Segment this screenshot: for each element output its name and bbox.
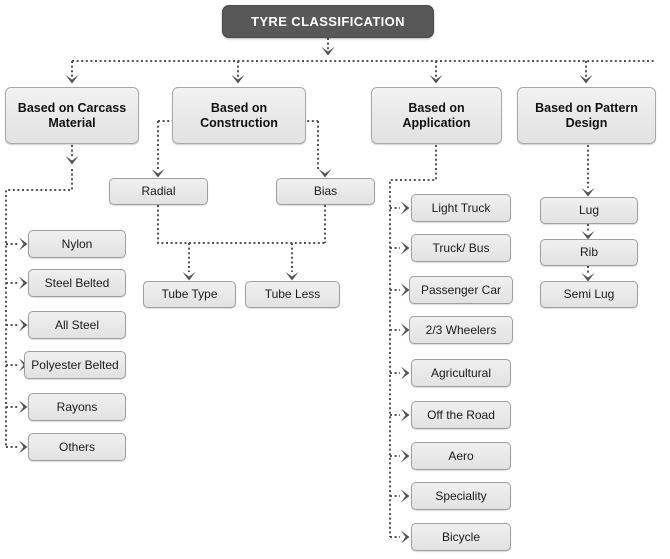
leaf-label-rib: Rib [579, 245, 598, 260]
leaf-label-light-truck: Light Truck [431, 200, 491, 215]
tyre-classification-diagram: TYRE CLASSIFICATION Based on Carcass Mat… [0, 0, 670, 559]
leaf-node-semi-lug[interactable]: Semi Lug [540, 281, 638, 308]
leaf-node-passenger-car[interactable]: Passenger Car [409, 276, 513, 304]
leaf-label-all-steel: All Steel [54, 317, 100, 332]
leaf-label-two-three-wheelers: 2/3 Wheelers [425, 322, 497, 337]
leaf-label-lug: Lug [578, 203, 600, 218]
category-label-pattern-design: Based on Pattern Design [535, 100, 638, 130]
category-label-application: Based on Application [402, 100, 471, 130]
leaf-node-truck-bus[interactable]: Truck/ Bus [411, 234, 511, 262]
leaf-node-rayons[interactable]: Rayons [28, 393, 126, 421]
category-node-application[interactable]: Based on Application [371, 87, 502, 144]
category-label-carcass-material: Based on Carcass Material [17, 100, 127, 130]
leaf-label-others: Others [58, 439, 95, 454]
root-node-label: TYRE CLASSIFICATION [251, 13, 405, 29]
root-node-tyre-classification[interactable]: TYRE CLASSIFICATION [222, 5, 434, 38]
leaf-node-agricultural[interactable]: Agricultural [411, 359, 511, 387]
leaf-label-rayons: Rayons [56, 399, 98, 414]
leaf-label-truck-bus: Truck/ Bus [432, 240, 490, 255]
label-tube-less: Tube Less [264, 287, 321, 302]
leaf-label-agricultural: Agricultural [430, 365, 492, 380]
leaf-label-aero: Aero [448, 448, 474, 463]
label-tube-type: Tube Type [161, 287, 218, 302]
node-bias[interactable]: Bias [276, 178, 375, 205]
leaf-label-steel-belted: Steel Belted [44, 275, 110, 290]
node-radial[interactable]: Radial [109, 178, 208, 205]
leaf-node-rib[interactable]: Rib [540, 239, 638, 266]
leaf-label-passenger-car: Passenger Car [420, 282, 502, 297]
leaf-node-others[interactable]: Others [28, 433, 126, 461]
leaf-label-off-the-road: Off the Road [427, 407, 495, 422]
leaf-node-two-three-wheelers[interactable]: 2/3 Wheelers [409, 316, 513, 344]
leaf-node-nylon[interactable]: Nylon [28, 230, 126, 258]
leaf-node-lug[interactable]: Lug [540, 197, 638, 224]
category-node-carcass-material[interactable]: Based on Carcass Material [5, 87, 139, 144]
category-node-pattern-design[interactable]: Based on Pattern Design [517, 87, 656, 144]
node-tube-less[interactable]: Tube Less [245, 281, 340, 308]
leaf-label-speciality: Speciality [435, 488, 487, 503]
category-node-construction[interactable]: Based on Construction [172, 87, 306, 144]
leaf-label-polyester-belted: Polyester Belted [31, 357, 119, 372]
leaf-node-light-truck[interactable]: Light Truck [411, 194, 511, 222]
leaf-node-aero[interactable]: Aero [411, 442, 511, 470]
leaf-node-off-the-road[interactable]: Off the Road [411, 401, 511, 429]
label-bias: Bias [313, 184, 338, 199]
leaf-node-bicycle[interactable]: Bicycle [411, 523, 511, 551]
leaf-label-bicycle: Bicycle [441, 529, 480, 544]
label-radial: Radial [141, 184, 176, 199]
leaf-node-polyester-belted[interactable]: Polyester Belted [24, 351, 126, 379]
category-label-construction: Based on Construction [200, 100, 278, 130]
node-tube-type[interactable]: Tube Type [143, 281, 236, 308]
leaf-label-semi-lug: Semi Lug [563, 287, 615, 302]
leaf-node-all-steel[interactable]: All Steel [28, 311, 126, 339]
leaf-node-steel-belted[interactable]: Steel Belted [28, 269, 126, 297]
leaf-node-speciality[interactable]: Speciality [411, 482, 511, 510]
leaf-label-nylon: Nylon [61, 236, 93, 251]
